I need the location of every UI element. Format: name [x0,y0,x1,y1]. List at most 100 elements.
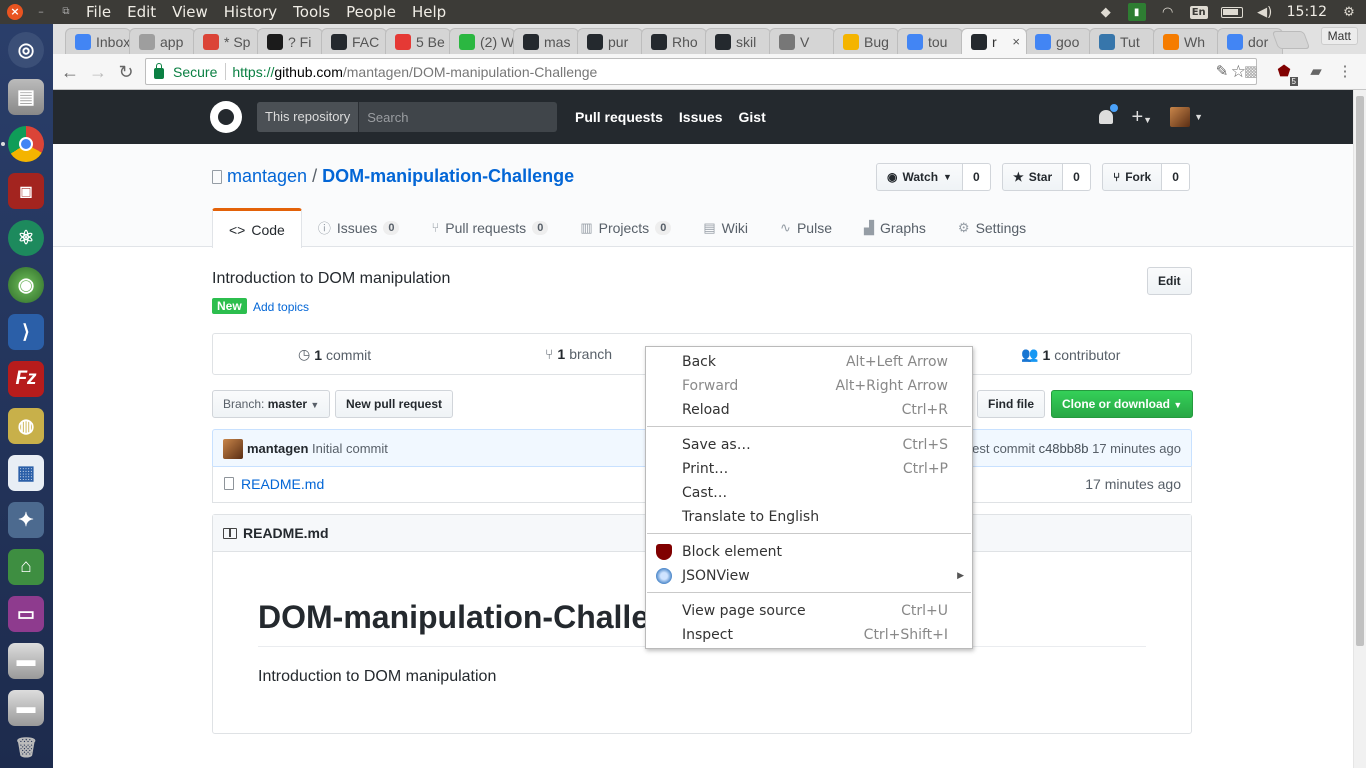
clock[interactable]: 15:12 [1287,4,1327,20]
tab-issues[interactable]: ⓘ Issues 0 [302,208,416,247]
window-minimize-button[interactable]: – [33,4,49,20]
ctx-forward[interactable]: Forward Alt+Right Arrow [646,374,972,398]
browser-tab[interactable]: Rho [641,28,707,54]
new-tab-button[interactable] [1271,31,1311,49]
vscode-icon[interactable]: ⟩ [8,314,44,350]
battery-icon[interactable] [1220,6,1243,18]
notification-bell-icon[interactable] [1099,104,1119,124]
browser-tab[interactable]: tou [897,28,963,54]
ublock-extension-icon[interactable]: ⬟ 5 [1274,62,1298,86]
address-bar[interactable]: Secure https://github.com/mantagen/DOM-m… [145,58,1257,85]
speaker-icon[interactable]: ◍ [8,408,44,444]
repo-name-link[interactable]: DOM-manipulation-Challenge [322,166,574,187]
window-restore-button[interactable]: ⧉ [58,4,74,20]
ctx-inspect[interactable]: Inspect Ctrl+Shift+I [646,623,972,647]
star-count[interactable]: 0 [1063,163,1091,191]
watch-button[interactable]: ◉ Watch ▼ [876,163,963,191]
reload-icon[interactable]: ↻ [114,60,138,84]
user-menu-button[interactable]: ▼ [1170,107,1203,127]
document-viewer-icon[interactable]: ▦ [8,455,44,491]
extension-icon[interactable]: ▰ [1306,62,1326,82]
ctx-reload[interactable]: Reload Ctrl+R [646,398,972,422]
tab-projects[interactable]: ▥ Projects 0 [564,208,687,247]
keyboard-layout-indicator[interactable]: En [1189,5,1208,19]
menu-people[interactable]: People [346,3,396,21]
browser-tab[interactable]: mas [513,28,579,54]
ctx-back[interactable]: Back Alt+Left Arrow [646,350,972,374]
ctx-print[interactable]: Print… Ctrl+P [646,457,972,481]
clone-download-button[interactable]: Clone or download ▼ [1051,390,1194,418]
commits-link[interactable]: ◷ 1 commit [298,346,371,363]
window-close-button[interactable]: × [7,4,23,20]
commit-author-link[interactable]: mantagen [247,441,308,456]
glitch-tray-icon[interactable]: ▮ [1127,3,1146,21]
eyedropper-extension-icon[interactable]: ✎ [1212,62,1232,82]
dash-home-icon[interactable]: ◎ [8,32,44,68]
ctx-block-element[interactable]: Block element [646,540,972,564]
drive-icon[interactable]: ▬ [8,643,44,679]
volume-icon[interactable]: ◀) [1256,3,1274,21]
page-scrollbar[interactable] [1353,90,1366,768]
browser-tab[interactable]: V [769,28,835,54]
ctx-translate[interactable]: Translate to English [646,505,972,529]
browser-tab[interactable]: app [129,28,195,54]
browser-tab[interactable]: r × [961,28,1027,54]
commit-message-link[interactable]: Initial commit [312,441,388,456]
filezilla-icon[interactable]: Fz [8,361,44,397]
browser-tab[interactable]: FAC [321,28,387,54]
repo-owner-link[interactable]: mantagen [227,166,307,187]
star-button[interactable]: ★ Star [1002,163,1064,191]
fork-button[interactable]: ⑂ Fork [1102,163,1163,191]
browser-tab[interactable]: pur [577,28,643,54]
ctx-save-as[interactable]: Save as… Ctrl+S [646,433,972,457]
dropbox-icon[interactable]: ◆ [1097,3,1115,21]
edit-description-button[interactable]: Edit [1147,267,1192,295]
spreadsheet-icon[interactable]: ⌂ [8,549,44,585]
profile-button[interactable]: Matt [1320,27,1358,45]
nav-issues[interactable]: Issues [679,109,723,125]
tab-settings[interactable]: ⚙ Settings [942,208,1042,247]
browser-tab[interactable]: goo [1025,28,1091,54]
menu-file[interactable]: File [86,3,111,21]
menu-view[interactable]: View [172,3,208,21]
browser-tab[interactable]: * Sp [193,28,259,54]
back-arrow-icon[interactable]: ← [58,60,82,84]
settings-gear-icon[interactable]: ⚙ [1340,3,1358,21]
new-pull-request-button[interactable]: New pull request [335,390,454,418]
scroll-thumb[interactable] [1356,96,1364,646]
tab-code[interactable]: <> Code [212,208,302,248]
menu-help[interactable]: Help [412,3,446,21]
tab-graphs[interactable]: ▟ Graphs [848,208,942,247]
wifi-icon[interactable]: ◠ [1159,3,1177,21]
add-topics-link[interactable]: Add topics [253,300,309,314]
tab-pull-requests[interactable]: ⑂ Pull requests 0 [415,208,564,247]
search-input[interactable] [359,102,557,132]
chrome-menu-icon[interactable]: ⋮ [1335,62,1355,82]
tab-wiki[interactable]: ▤ Wiki [687,208,764,247]
fork-count[interactable]: 0 [1162,163,1190,191]
ctx-view-source[interactable]: View page source Ctrl+U [646,599,972,623]
trash-icon[interactable]: 🗑 [8,730,44,766]
files-icon[interactable]: ▤ [8,79,44,115]
network-globe-icon[interactable]: ◉ [8,267,44,303]
browser-tab[interactable]: ? Fi [257,28,323,54]
watch-count[interactable]: 0 [962,163,991,191]
menu-history[interactable]: History [224,3,277,21]
chrome-icon[interactable] [8,126,44,162]
system-settings-icon[interactable]: ✦ [8,502,44,538]
nav-gist[interactable]: Gist [739,109,766,125]
browser-tab[interactable]: Bug [833,28,899,54]
contributors-link[interactable]: 👥 1 contributor [1021,346,1120,363]
browser-tab[interactable]: Wh [1153,28,1219,54]
window-app-icon[interactable]: ▭ [8,596,44,632]
ctx-cast[interactable]: Cast… [646,481,972,505]
browser-tab[interactable]: 5 Be [385,28,451,54]
browser-tab[interactable]: Tut [1089,28,1155,54]
create-new-button[interactable]: +▼ [1131,107,1152,127]
browser-tab[interactable]: (2) W [449,28,515,54]
commit-sha-link[interactable]: c48bb8b [1039,441,1089,456]
github-logo-icon[interactable] [210,101,242,133]
branches-link[interactable]: ⑂ 1 branch [545,346,612,362]
tab-pulse[interactable]: ∿ Pulse [764,208,848,247]
drive-2-icon[interactable]: ▬ [8,690,44,726]
